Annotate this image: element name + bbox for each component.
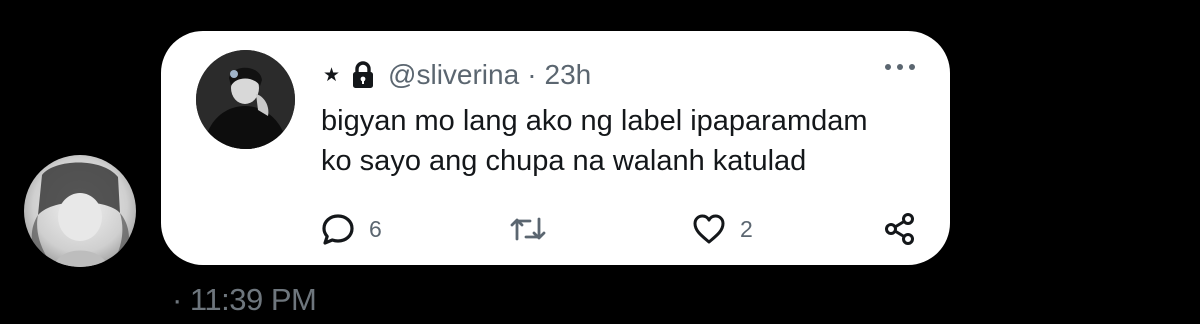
reply-count: 6 [369, 215, 382, 242]
reply-action[interactable]: 6 [321, 211, 382, 247]
heart-icon [693, 214, 725, 244]
quoted-tweet-card[interactable]: ★ @sliverina · 23h bigyan mo lang ako ng… [161, 31, 950, 265]
message-timestamp: · 11:39 PM [172, 282, 317, 317]
header-separator: · [527, 59, 537, 90]
tweet-text: bigyan mo lang ako ng label ipaparamdam … [321, 101, 921, 181]
tweet-time[interactable]: 23h [545, 59, 592, 91]
like-action[interactable]: 2 [692, 211, 753, 247]
tweet-header: ★ @sliverina · 23h [323, 57, 591, 93]
more-horizontal-icon[interactable] [882, 55, 918, 79]
sender-avatar[interactable] [24, 155, 136, 267]
tweet-text-line: bigyan mo lang ako ng label ipaparamdam [321, 105, 868, 137]
lock-icon [353, 61, 374, 88]
reply-bubble-icon [322, 214, 354, 245]
star-badge: ★ [323, 64, 341, 86]
share-action[interactable] [883, 211, 917, 247]
retweet-action[interactable] [508, 211, 548, 247]
retweet-icon [510, 217, 546, 241]
author-handle[interactable]: @sliverina [388, 59, 519, 91]
like-count: 2 [740, 215, 753, 242]
author-avatar-image [196, 50, 295, 149]
share-icon [885, 213, 914, 245]
tweet-text-line: ko sayo ang chupa na walanh katulad [321, 145, 807, 177]
sender-avatar-image [24, 155, 136, 267]
author-avatar[interactable] [196, 50, 295, 149]
